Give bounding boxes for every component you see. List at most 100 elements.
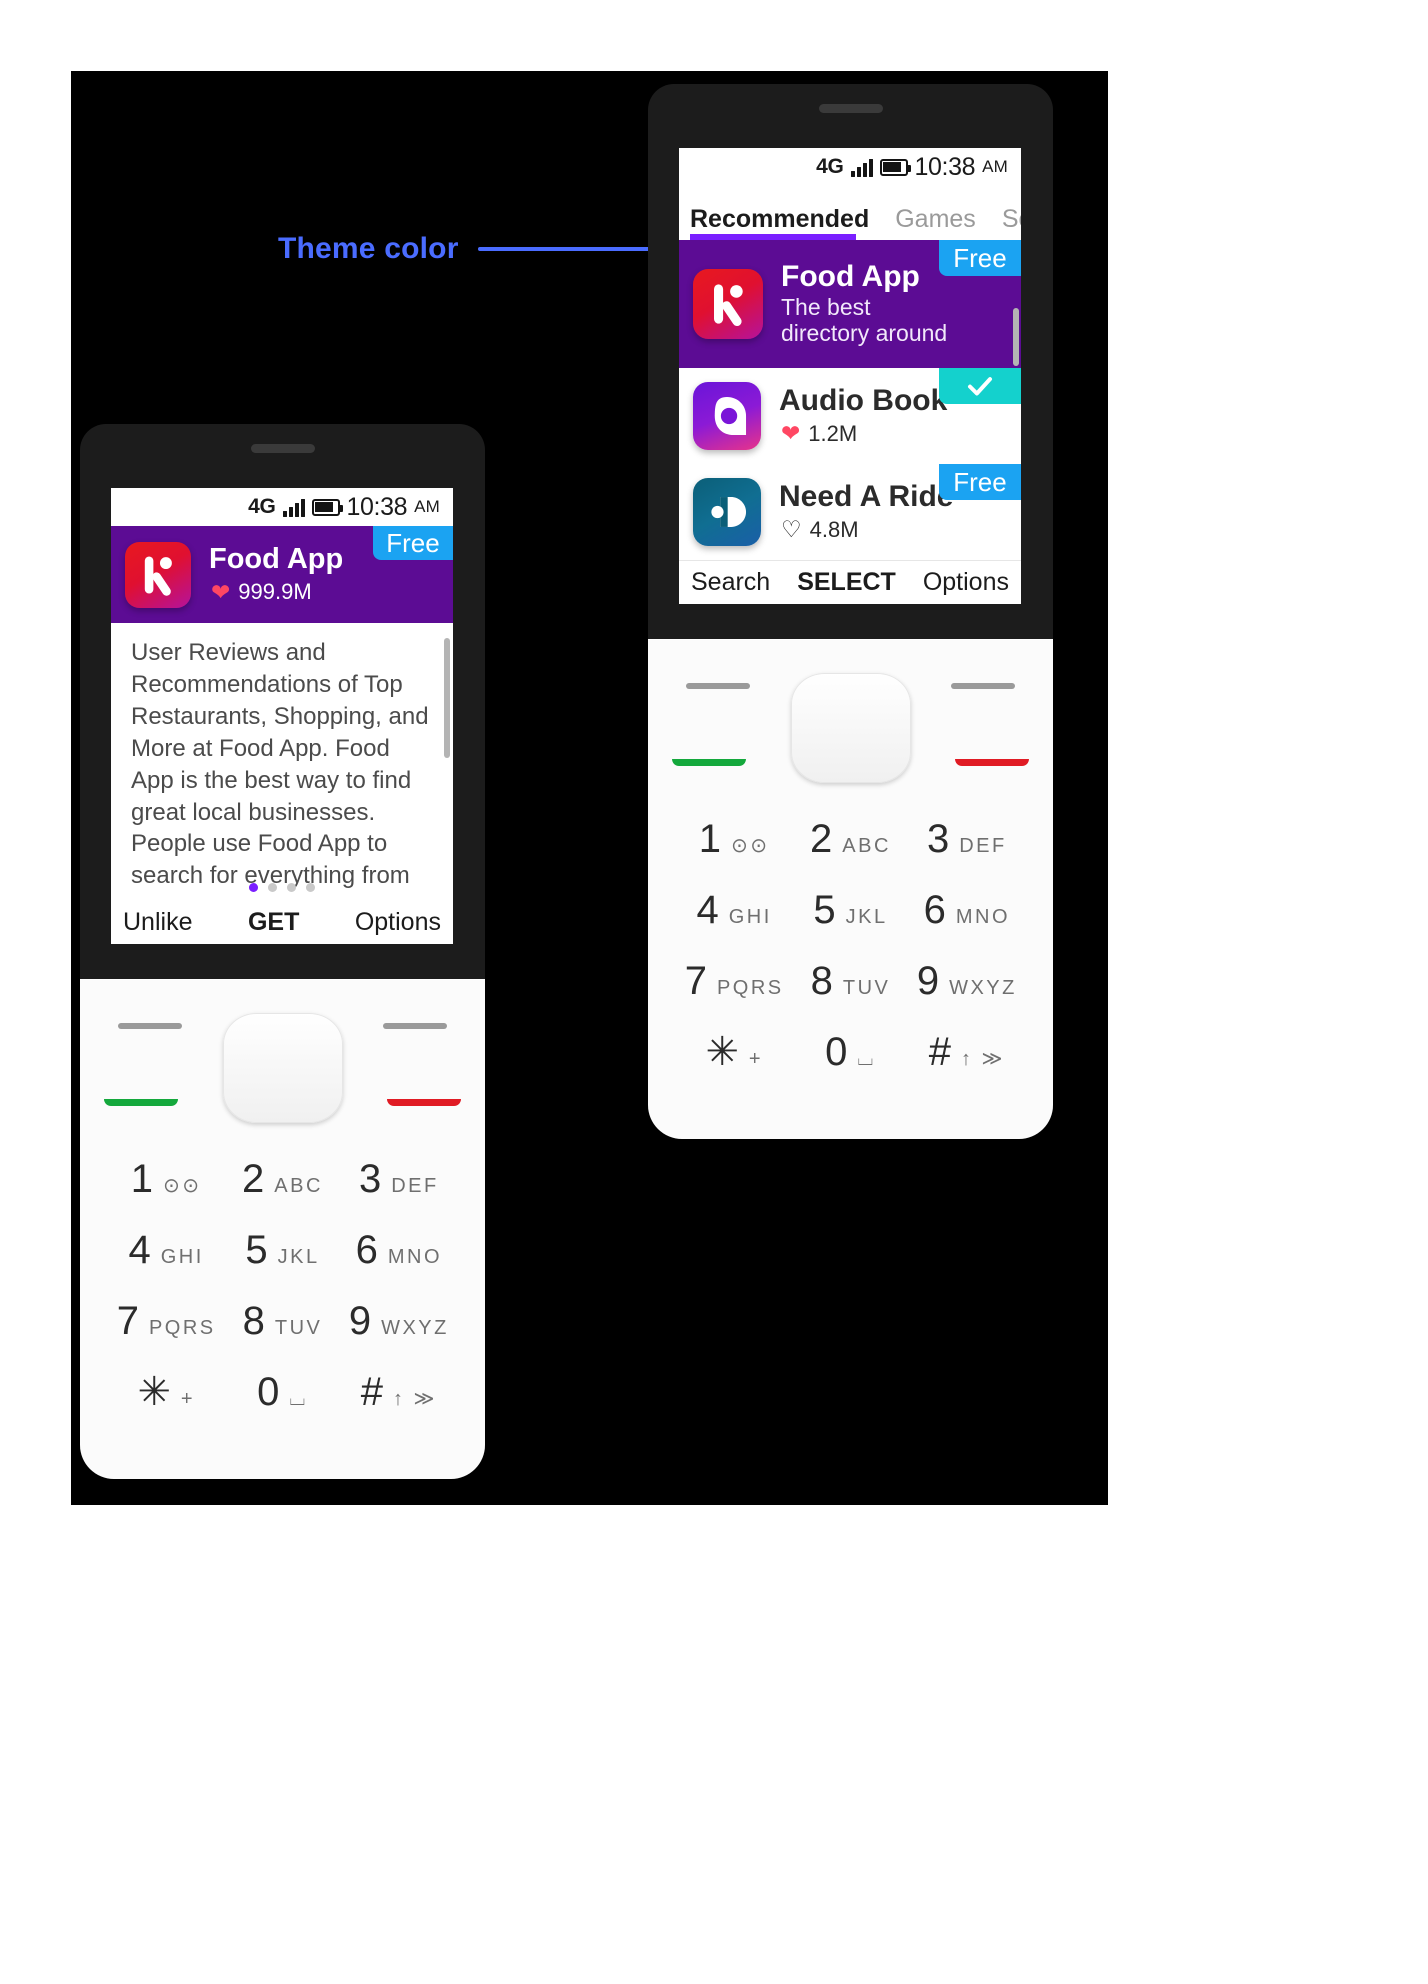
softkey-right-options[interactable]: Options (355, 908, 441, 937)
scrollbar-thumb[interactable] (444, 638, 450, 758)
app-like-metric: ♡ 4.8M (781, 517, 953, 543)
earpiece-speaker (818, 104, 883, 113)
keypad-key-4[interactable]: 4 GHI (676, 890, 792, 961)
dpad-center-key[interactable] (790, 673, 911, 783)
keypad-key-6[interactable]: 6 MNO (909, 890, 1025, 961)
keypad-key-0[interactable]: 0 ⌴ (792, 1032, 908, 1103)
check-icon (968, 377, 992, 396)
pager-dots (111, 883, 453, 892)
tab-recommended[interactable]: Recommended (690, 205, 869, 234)
status-ampm: AM (414, 497, 440, 516)
tab-social[interactable]: Social (1002, 205, 1021, 234)
softkey-left-indicator[interactable] (686, 683, 750, 689)
keypad-key-5[interactable]: 5 JKL (224, 1230, 340, 1301)
keypad-key-6[interactable]: 6 MNO (341, 1230, 457, 1301)
app-row-food-app[interactable]: Food App The best directory around Free (679, 240, 1021, 368)
keypad-key-1[interactable]: 1 ⊙⊙ (676, 819, 792, 890)
softkey-left-search[interactable]: Search (691, 568, 770, 597)
keypad-key-letters: ↑ ≫ (960, 1048, 1005, 1070)
softkey-left-indicator[interactable] (118, 1023, 182, 1029)
status-bar: 4G 10:38 AM (111, 488, 453, 526)
keypad-key-letters: TUV (274, 1317, 323, 1339)
softkey-center-get[interactable]: GET (248, 908, 299, 937)
keypad-key-letters: PQRS (716, 977, 784, 999)
keypad-key-7[interactable]: 7 PQRS (108, 1301, 224, 1372)
call-end-key[interactable] (387, 1099, 461, 1106)
screenshot-root: Theme color 4G 10:38 AM Recommended Game… (0, 0, 1428, 1984)
keypad-key-letters: ⌴ (857, 1048, 876, 1070)
keypad-key-9[interactable]: 9 WXYZ (909, 961, 1025, 1032)
keypad-key-number: 2 (242, 1157, 265, 1201)
keypad-key-2[interactable]: 2 ABC (792, 819, 908, 890)
softkey-left-unlike[interactable]: Unlike (123, 908, 192, 937)
softkey-center-select[interactable]: SELECT (797, 568, 896, 597)
app-title: Need A Ride (779, 480, 954, 514)
keypad-key-letters: ⊙⊙ (163, 1175, 202, 1197)
keypad-key-number: 3 (926, 817, 950, 861)
keypad-key-✳[interactable]: ✳ + (676, 1032, 792, 1103)
need-a-ride-icon (693, 478, 761, 546)
call-accept-key[interactable] (104, 1099, 178, 1106)
scrollbar-thumb[interactable] (1013, 308, 1019, 366)
keypad-key-letters: + (748, 1048, 764, 1070)
app-row-audio-book[interactable]: Audio Book ❤ 1.2M (679, 368, 1021, 464)
keypad-key-letters: MNO (387, 1246, 443, 1268)
keypad-key-letters: ⊙⊙ (731, 835, 770, 857)
softkey-right-options[interactable]: Options (923, 568, 1009, 597)
keypad-key-7[interactable]: 7 PQRS (676, 961, 792, 1032)
keypad-key-9[interactable]: 9 WXYZ (341, 1301, 457, 1372)
keypad-key-8[interactable]: 8 TUV (792, 961, 908, 1032)
category-tabs[interactable]: Recommended Games Social (679, 186, 1021, 234)
call-end-key[interactable] (955, 759, 1029, 766)
keypad-key-0[interactable]: 0 ⌴ (224, 1372, 340, 1443)
keypad-key-number: 0 (825, 1030, 848, 1074)
keypad-key-5[interactable]: 5 JKL (792, 890, 908, 961)
numeric-keypad[interactable]: 1 ⊙⊙ 2 ABC 3 DEF 4 GHI 5 JKL 6 MNO 7 PQRS 8 TUV 9 WXYZ ✳ +0… (108, 1159, 457, 1443)
keypad-key-number: ✳ (705, 1030, 739, 1074)
keypad-key-#[interactable]: # ↑ ≫ (909, 1032, 1025, 1103)
keypad-key-letters: + (180, 1388, 196, 1410)
earpiece-speaker (250, 444, 315, 453)
keypad-key-8[interactable]: 8 TUV (224, 1301, 340, 1372)
keypad-key-letters: JKL (845, 906, 888, 928)
keypad-key-number: 2 (810, 817, 833, 861)
keypad-key-number: 6 (923, 888, 946, 932)
keypad-key-number: 4 (696, 888, 719, 932)
keypad-key-3[interactable]: 3 DEF (341, 1159, 457, 1230)
softkey-right-indicator[interactable] (951, 683, 1015, 689)
soft-key-bar: Unlike GET Options (111, 900, 453, 944)
like-count: 4.8M (809, 516, 859, 542)
dpad-center-key[interactable] (222, 1013, 343, 1123)
signal-bars-icon (282, 498, 305, 517)
keypad-key-#[interactable]: # ↑ ≫ (341, 1372, 457, 1443)
keypad-key-number: # (928, 1030, 951, 1074)
keypad-key-4[interactable]: 4 GHI (108, 1230, 224, 1301)
keypad-key-✳[interactable]: ✳ + (108, 1372, 224, 1443)
like-count: 1.2M (808, 420, 858, 446)
keypad-key-letters: ↑ ≫ (392, 1388, 437, 1410)
network-type-label: 4G (816, 155, 844, 178)
soft-key-bar: Search SELECT Options (679, 560, 1021, 604)
call-accept-key[interactable] (672, 759, 746, 766)
keypad-key-1[interactable]: 1 ⊙⊙ (108, 1159, 224, 1230)
keypad-key-number: ✳ (137, 1370, 171, 1414)
app-description: User Reviews and Recommendations of Top … (131, 639, 429, 890)
status-badge-free: Free (373, 526, 453, 560)
heart-outline-icon: ♡ (781, 516, 802, 543)
tab-games[interactable]: Games (895, 205, 976, 234)
softkey-right-indicator[interactable] (383, 1023, 447, 1029)
like-count: 999.9M (238, 579, 312, 605)
app-like-metric: ❤ 999.9M (211, 579, 343, 605)
keypad-key-number: 5 (813, 888, 836, 932)
keypad-key-number: 7 (116, 1299, 139, 1343)
status-time: 10:38 (346, 492, 408, 521)
numeric-keypad[interactable]: 1 ⊙⊙ 2 ABC 3 DEF 4 GHI 5 JKL 6 MNO 7 PQRS 8 TUV 9 WXYZ ✳ +0… (676, 819, 1025, 1103)
keypad-key-2[interactable]: 2 ABC (224, 1159, 340, 1230)
keypad-key-number: 1 (130, 1157, 154, 1201)
phone-device-left: 4G 10:38 AM Food App ❤ 999.9M Free User … (80, 424, 485, 1479)
app-row-need-a-ride[interactable]: Need A Ride ♡ 4.8M Free (679, 464, 1021, 560)
keypad-key-3[interactable]: 3 DEF (909, 819, 1025, 890)
app-like-metric: ❤ 1.2M (781, 421, 947, 447)
keypad-key-number: 7 (684, 959, 707, 1003)
status-ampm: AM (982, 157, 1008, 176)
